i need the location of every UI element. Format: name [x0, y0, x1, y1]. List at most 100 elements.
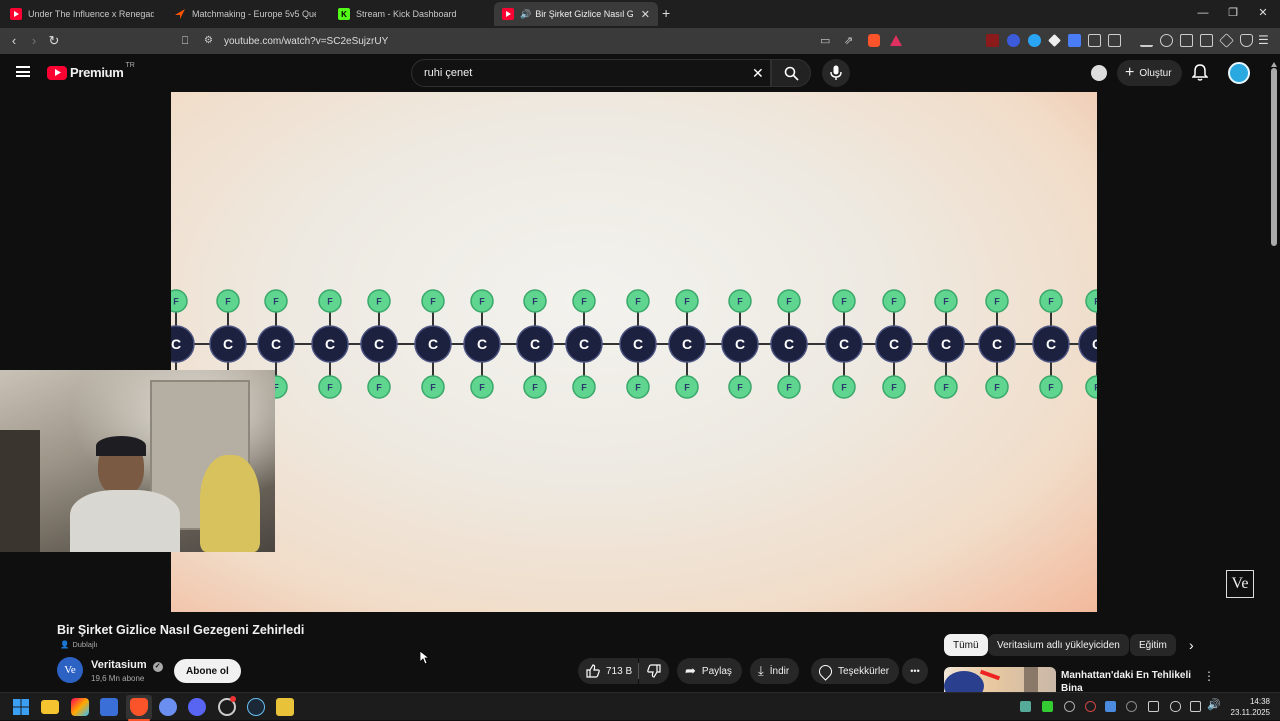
- channel-avatar[interactable]: Ve: [57, 657, 83, 683]
- page-scrollbar[interactable]: [1270, 58, 1278, 690]
- dislike-button[interactable]: [639, 658, 669, 684]
- brave-shields-icon[interactable]: [868, 34, 880, 47]
- channel-watermark[interactable]: Ve: [1226, 570, 1254, 598]
- extension-icon[interactable]: [986, 34, 999, 47]
- subscriber-count: 19,6 Mn abone: [91, 674, 145, 683]
- account-avatar[interactable]: [1228, 62, 1250, 84]
- hamburger-menu-icon[interactable]: [16, 66, 30, 77]
- channel-name[interactable]: Veritasium ✓: [91, 659, 163, 672]
- carbon-label: C: [1092, 336, 1097, 352]
- minimize-icon[interactable]: —: [1188, 4, 1218, 22]
- steam-icon[interactable]: [247, 698, 265, 716]
- music-icon[interactable]: [1160, 34, 1173, 47]
- volume-icon[interactable]: 🔊: [1207, 698, 1221, 711]
- recommendation-title[interactable]: Manhattan'daki En Tehlikeli Bina: [1061, 669, 1193, 691]
- wallet-icon[interactable]: [1200, 34, 1213, 47]
- extension-icon[interactable]: [1028, 34, 1041, 47]
- fluorine-label: F: [479, 297, 485, 307]
- like-button[interactable]: 713 B: [578, 658, 638, 684]
- cast-icon[interactable]: ▭: [820, 34, 830, 47]
- back-icon[interactable]: ‹: [5, 32, 23, 50]
- recommendation-menu-icon[interactable]: ⋮: [1203, 669, 1215, 683]
- thumbs-up-icon: [586, 664, 600, 678]
- network-icon[interactable]: [1190, 701, 1201, 712]
- download-button[interactable]: ⤓ İndir: [750, 658, 800, 684]
- new-tab-button[interactable]: +: [662, 5, 670, 21]
- youtube-premium-logo[interactable]: Premium TR: [47, 62, 135, 80]
- notifications-bell-icon[interactable]: [1191, 64, 1209, 87]
- create-button[interactable]: + Oluştur: [1117, 60, 1182, 86]
- fluorine-label: F: [841, 383, 847, 393]
- usb-tray-icon[interactable]: [1148, 701, 1159, 712]
- video-player[interactable]: F F C F F C F F C F F C F F C F F C F F C F F C F F C F F C F F C F F C F F C F…: [171, 92, 1097, 612]
- tray-icon[interactable]: [1064, 701, 1075, 712]
- close-tab-icon[interactable]: ✕: [641, 8, 650, 21]
- recommendation-thumbnail[interactable]: [944, 667, 1056, 692]
- forward-icon[interactable]: ›: [25, 32, 43, 50]
- brave-browser-icon[interactable]: [130, 698, 148, 716]
- bookmark-icon[interactable]: ⎕: [176, 32, 194, 50]
- chips-next-icon[interactable]: ›: [1189, 637, 1194, 653]
- fluorine-label: F: [891, 297, 897, 307]
- brave-rewards-icon[interactable]: [890, 35, 902, 46]
- menu-icon[interactable]: ☰: [1258, 33, 1269, 47]
- carbon-label: C: [784, 336, 794, 352]
- tray-icon[interactable]: [1126, 701, 1137, 712]
- puzzle-icon[interactable]: [1088, 34, 1101, 47]
- carbon-label: C: [735, 336, 745, 352]
- extension-icon[interactable]: [1007, 34, 1020, 47]
- microphone-tray-icon[interactable]: [1170, 701, 1181, 712]
- translate-icon[interactable]: [1068, 34, 1081, 47]
- tray-icon[interactable]: [1085, 701, 1096, 712]
- voice-search-button[interactable]: [822, 59, 850, 87]
- fluorine-label: F: [327, 297, 333, 307]
- windows-start-icon[interactable]: [12, 698, 30, 716]
- search-input[interactable]: ruhi çenet ✕: [411, 59, 771, 87]
- file-explorer-icon[interactable]: [41, 700, 59, 714]
- tab-label: Bir Şirket Gizlice Nasıl Gezege: [535, 9, 633, 19]
- tab-under-the-influence[interactable]: Under The Influence x Renegade: [2, 2, 162, 26]
- search-button[interactable]: [771, 59, 811, 87]
- sidebar-icon[interactable]: [1180, 34, 1193, 47]
- restore-icon[interactable]: ❐: [1218, 4, 1248, 22]
- clock[interactable]: 14:38 23.11.2025: [1224, 696, 1270, 718]
- tab-bir-sirket[interactable]: 🔊 Bir Şirket Gizlice Nasıl Gezege ✕: [494, 2, 658, 26]
- media-icon[interactable]: [1108, 34, 1121, 47]
- app-icon[interactable]: [276, 698, 294, 716]
- share-button[interactable]: ➦ Paylaş: [677, 658, 742, 684]
- clear-search-icon[interactable]: ✕: [752, 65, 764, 82]
- site-info-icon[interactable]: ⚙: [204, 35, 213, 46]
- address-bar[interactable]: ⚙ youtube.com/watch?v=SC2eSujzrUY ▭ ⇗: [198, 31, 908, 51]
- scrollbar-thumb[interactable]: [1271, 68, 1277, 246]
- tab-label: Stream - Kick Dashboard: [356, 9, 457, 19]
- close-window-icon[interactable]: ✕: [1248, 4, 1278, 22]
- app-icon[interactable]: [159, 698, 177, 716]
- chip-from-uploader[interactable]: Veritasium adlı yükleyiciden: [988, 634, 1129, 656]
- notification-dot: [230, 696, 236, 702]
- chip-all[interactable]: Tümü: [944, 634, 988, 656]
- steam-tray-icon[interactable]: [1105, 701, 1116, 712]
- create-video-icon[interactable]: [1091, 65, 1107, 81]
- tab-matchmaking[interactable]: Matchmaking - Europe 5v5 Queue - F: [166, 2, 324, 26]
- leo-ai-icon[interactable]: [1219, 33, 1234, 48]
- tab-kick-dashboard[interactable]: K Stream - Kick Dashboard: [330, 2, 490, 26]
- instagram-icon[interactable]: [71, 698, 89, 716]
- share-page-icon[interactable]: ⇗: [844, 34, 853, 47]
- app-icon[interactable]: [100, 698, 118, 716]
- subscribe-button[interactable]: Abone ol: [174, 659, 241, 683]
- tray-icon[interactable]: [1020, 701, 1031, 712]
- download-icon[interactable]: [1140, 34, 1153, 47]
- discord-icon[interactable]: [188, 698, 206, 716]
- vpn-icon[interactable]: [1240, 34, 1253, 47]
- nvidia-tray-icon[interactable]: [1042, 701, 1053, 712]
- reload-icon[interactable]: ↻: [45, 32, 63, 50]
- extension-icon[interactable]: [1048, 34, 1061, 47]
- carbon-label: C: [271, 336, 281, 352]
- speaker-icon[interactable]: 🔊: [520, 9, 531, 20]
- more-actions-button[interactable]: •••: [902, 658, 928, 684]
- fluorine-label: F: [1094, 297, 1097, 307]
- fluorine-label: F: [376, 383, 382, 393]
- chip-education[interactable]: Eğitim: [1130, 634, 1176, 656]
- fluorine-label: F: [430, 297, 436, 307]
- thanks-button[interactable]: Teşekkürler: [811, 658, 900, 684]
